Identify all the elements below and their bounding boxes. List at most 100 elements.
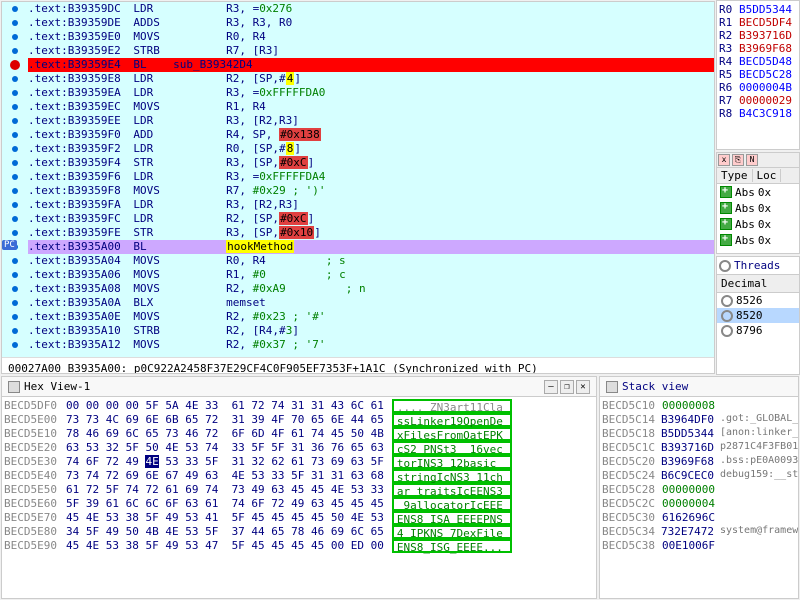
register-row[interactable]: R60000004B (719, 81, 797, 94)
disasm-row[interactable]: .text:B39359DC LDR R3, =0x276 (2, 2, 714, 16)
disasm-row[interactable]: .text:B3935A04 MOVS R0, R4; s (2, 254, 714, 268)
disasm-row[interactable]: .text:B39359DE ADDS R3, R3, R0 (2, 16, 714, 30)
thread-item[interactable]: 8796 (717, 323, 799, 338)
line-dot-icon (12, 104, 18, 110)
disasm-row[interactable]: .text:B3935A06 MOVS R1, #0; c (2, 268, 714, 282)
hex-view-panel[interactable]: Hex View-1 —❐✕ BECD5DF000 00 00 00 5F 5A… (1, 376, 597, 599)
line-dot-icon (12, 118, 18, 124)
stack-row[interactable]: BECD5C2800000000 (602, 483, 796, 497)
line-dot-icon (12, 188, 18, 194)
disasm-row[interactable]: .text:B3935A08 MOVS R2, #0xA9; n (2, 282, 714, 296)
disasm-row[interactable]: .text:B39359EE LDR R3, [R2,R3] (2, 114, 714, 128)
disasm-row[interactable]: .text:B39359FA LDR R3, [R2,R3] (2, 198, 714, 212)
stack-row[interactable]: BECD5C14B3964DF0.got:_GLOBAL_O (602, 413, 796, 427)
disasm-row[interactable]: .text:B39359F6 LDR R3, =0xFFFFFDA4 (2, 170, 714, 184)
register-row[interactable]: R700000029 (719, 94, 797, 107)
stack-row[interactable]: BECD5C34732E7472system@framewo (602, 525, 796, 539)
hex-window-buttons[interactable]: —❐✕ (544, 380, 590, 394)
names-toolbar[interactable]: x⎘N (717, 153, 799, 168)
threads-panel[interactable]: Threads Decimal 852685208796 (716, 256, 800, 375)
disasm-row[interactable]: .text:B39359E2 STRB R7, [R3] (2, 44, 714, 58)
names-item[interactable]: Abs0x (717, 200, 799, 216)
register-row[interactable]: R0B5DD5344 (719, 3, 797, 16)
line-dot-icon (12, 146, 18, 152)
disasm-row[interactable]: .text:B39359EC MOVS R1, R4 (2, 100, 714, 114)
line-dot-icon (12, 300, 18, 306)
line-dot-icon (12, 132, 18, 138)
names-column-header[interactable]: Loc (753, 169, 782, 182)
restore-icon[interactable]: ❐ (560, 380, 574, 394)
hex-row[interactable]: BECD5E8034 5F 49 50 4B 4E 53 5F 37 44 65… (4, 525, 594, 539)
disasm-row[interactable]: .text:B39359EA LDR R3, =0xFFFFFDA0 (2, 86, 714, 100)
disasm-row[interactable]: .text:B39359E4 BL sub_B39342D4 (2, 58, 714, 72)
hex-row[interactable]: BECD5E2063 53 32 5F 50 4E 53 74 33 5F 5F… (4, 441, 594, 455)
line-dot-icon (12, 174, 18, 180)
register-row[interactable]: R4BECD5D48 (719, 55, 797, 68)
stack-row[interactable]: BECD5C1000000008 (602, 399, 796, 413)
stack-view-panel[interactable]: Stack view BECD5C1000000008BECD5C14B3964… (599, 376, 799, 599)
line-dot-icon (12, 272, 18, 278)
names-panel[interactable]: x⎘N TypeLoc Abs0xAbs0xAbs0xAbs0x (716, 152, 800, 254)
hex-row[interactable]: BECD5E9045 4E 53 38 5F 49 53 47 5F 45 45… (4, 539, 594, 553)
names-item[interactable]: Abs0x (717, 232, 799, 248)
register-row[interactable]: R3B3969F68 (719, 42, 797, 55)
stack-row[interactable]: BECD5C20B3969F68.bss:pE0A00936 (602, 455, 796, 469)
disasm-row[interactable]: .text:B39359FC LDR R2, [SP,#0xC] (2, 212, 714, 226)
disasm-row[interactable]: .text:B39359E8 LDR R2, [SP,#4] (2, 72, 714, 86)
hex-row[interactable]: BECD5E5061 72 5F 74 72 61 69 74 73 49 63… (4, 483, 594, 497)
stack-row[interactable]: BECD5C2C00000004 (602, 497, 796, 511)
disasm-row[interactable]: .text:B3935A12 MOVS R2, #0x37 ; '7' (2, 338, 714, 352)
names-column-header[interactable]: Type (717, 169, 753, 182)
thread-item[interactable]: 8526 (717, 293, 799, 308)
register-row[interactable]: R5BECD5C28 (719, 68, 797, 81)
hex-row[interactable]: BECD5E7045 4E 53 38 5F 49 53 41 5F 45 45… (4, 511, 594, 525)
disasm-row[interactable]: .text:B3935A0E MOVS R2, #0x23 ; '#' (2, 310, 714, 324)
names-toolbar-icon[interactable]: N (746, 154, 758, 166)
threads-header: Decimal (717, 275, 799, 293)
hex-title: Hex View-1 (24, 380, 90, 393)
disasm-row[interactable]: .text:B3935A00 BL hookMethod (2, 240, 714, 254)
close-icon[interactable]: ✕ (576, 380, 590, 394)
hex-row[interactable]: BECD5E1078 46 69 6C 65 73 46 72 6F 6D 4F… (4, 427, 594, 441)
disasm-row[interactable]: .text:B39359FE STR R3, [SP,#0x10] (2, 226, 714, 240)
stack-title: Stack view (622, 380, 688, 393)
disasm-row[interactable]: .text:B3935A10 STRB R2, [R4,#3] (2, 324, 714, 338)
names-header: TypeLoc (717, 168, 799, 184)
stack-row[interactable]: BECD5C24B6C9CEC0debug159:__sta (602, 469, 796, 483)
sync-status: 00027A00 B3935A00: p0C922A2458F37E29CF4C… (2, 357, 714, 374)
disasm-row[interactable]: .text:B39359F2 LDR R0, [SP,#8] (2, 142, 714, 156)
abs-icon (720, 202, 732, 214)
breakpoint-icon[interactable] (10, 60, 20, 70)
stack-row[interactable]: BECD5C3800E1006F (602, 539, 796, 553)
register-row[interactable]: R8B4C3C918 (719, 107, 797, 120)
stack-row[interactable]: BECD5C1CB393716Dp2871C4F3FB01C (602, 441, 796, 455)
stack-row[interactable]: BECD5C306162696C (602, 511, 796, 525)
minimize-icon[interactable]: — (544, 380, 558, 394)
register-row[interactable]: R1BECD5DF4 (719, 16, 797, 29)
disasm-row[interactable]: .text:B3935A0A BLX memset (2, 296, 714, 310)
names-toolbar-icon[interactable]: ⎘ (732, 154, 744, 166)
hex-row[interactable]: BECD5E0073 73 4C 69 6E 6B 65 72 31 39 4F… (4, 413, 594, 427)
hex-row[interactable]: BECD5DF000 00 00 00 5F 5A 4E 33 61 72 74… (4, 399, 594, 413)
disasm-row[interactable]: .text:B39359F8 MOVS R7, #0x29 ; ')' (2, 184, 714, 198)
disasm-row[interactable]: .text:B39359F0 ADD R4, SP, #0x138 (2, 128, 714, 142)
disassembly-panel[interactable]: PC.text:B39359DC LDR R3, =0x276.text:B39… (1, 1, 715, 374)
names-toolbar-icon[interactable]: x (718, 154, 730, 166)
disasm-row[interactable]: .text:B39359E0 MOVS R0, R4 (2, 30, 714, 44)
registers-panel[interactable]: R0B5DD5344R1BECD5DF4R2B393716DR3B3969F68… (716, 0, 800, 150)
stack-icon (606, 381, 618, 393)
thread-item[interactable]: 8520 (717, 308, 799, 323)
stack-row[interactable]: BECD5C18B5DD5344[anon:linker_a (602, 427, 796, 441)
disasm-row[interactable]: .text:B39359F4 STR R3, [SP,#0xC] (2, 156, 714, 170)
names-item[interactable]: Abs0x (717, 216, 799, 232)
abs-icon (720, 218, 732, 230)
register-row[interactable]: R2B393716D (719, 29, 797, 42)
hex-row[interactable]: BECD5E3074 6F 72 49 4E 53 33 5F 31 32 62… (4, 455, 594, 469)
line-dot-icon (12, 230, 18, 236)
names-item[interactable]: Abs0x (717, 184, 799, 200)
line-dot-icon (12, 314, 18, 320)
line-dot-icon (12, 258, 18, 264)
line-dot-icon (12, 202, 18, 208)
hex-row[interactable]: BECD5E605F 39 61 6C 6C 6F 63 61 74 6F 72… (4, 497, 594, 511)
hex-row[interactable]: BECD5E4073 74 72 69 6E 67 49 63 4E 53 33… (4, 469, 594, 483)
